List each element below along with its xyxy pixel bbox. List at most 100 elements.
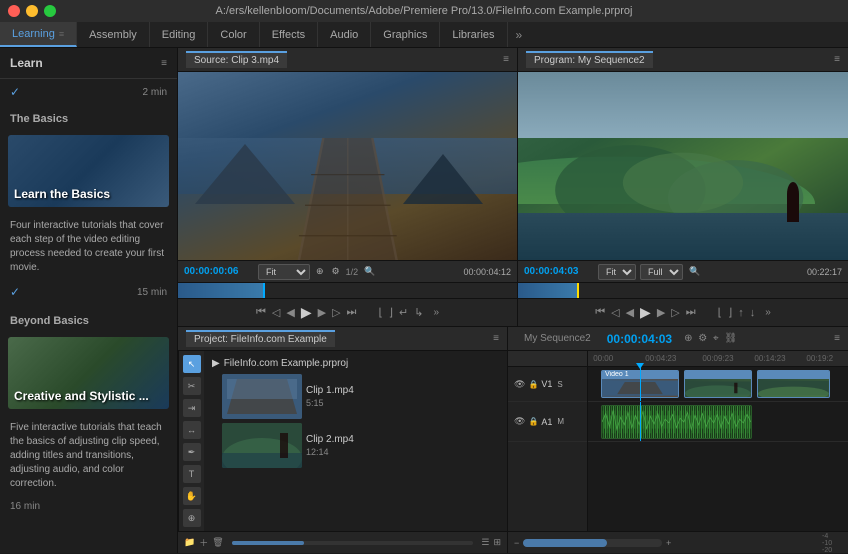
program-step-forward-icon[interactable]: ⏭	[686, 306, 696, 319]
source-insert-icon[interactable]: ↵	[399, 306, 408, 319]
timeline-zoom-bar[interactable]	[523, 539, 662, 547]
v1-clip-2[interactable]	[684, 370, 752, 398]
source-menu-icon[interactable]: ≡	[503, 54, 509, 65]
project-menu-icon[interactable]: ≡	[493, 333, 499, 344]
track-labels: 👁 🔒 V1 S 👁 🔒 A1 M	[508, 351, 588, 531]
slip-tool[interactable]: ↔	[183, 421, 201, 439]
source-mark-out-icon[interactable]: ⌋	[389, 306, 393, 319]
source-forward-icon[interactable]: ▶	[318, 306, 326, 319]
source-add-in-icon[interactable]: ⊕	[314, 265, 326, 278]
project-clip-2[interactable]: Clip 2.mp4 12:14	[208, 421, 503, 470]
source-panel-header: Source: Clip 3.mp4 ≡	[178, 48, 517, 72]
clip1-thumb-svg	[222, 374, 302, 419]
timeline-snap-icon[interactable]: ⌖	[713, 333, 719, 344]
program-step-back-icon[interactable]: ⏮	[595, 306, 605, 319]
track-v1-lock-icon[interactable]: 🔒	[528, 380, 538, 389]
text-tool[interactable]: T	[183, 465, 201, 483]
program-scrubber[interactable]	[518, 282, 848, 298]
timeline-zoom-out-icon[interactable]: −	[514, 538, 519, 548]
source-play-button[interactable]: ▶	[301, 304, 312, 321]
tab-graphics[interactable]: Graphics	[371, 22, 440, 47]
timeline-link-icon[interactable]: ⛓	[724, 333, 737, 344]
tutorial-card-creative[interactable]: Creative and Stylistic ...	[8, 337, 169, 409]
program-zoom-icon[interactable]: 🔍	[687, 265, 702, 278]
program-hills-svg	[518, 100, 848, 213]
track-label-a1: 👁 🔒 A1 M	[508, 402, 587, 442]
ripple-tool[interactable]: ⇥	[183, 399, 201, 417]
timeline-add-track-icon[interactable]: ⊕	[684, 333, 692, 344]
maximize-button[interactable]	[44, 5, 56, 17]
cursor-tool[interactable]: ↖	[183, 355, 201, 373]
project-clip-1[interactable]: Clip 1.mp4 5:15	[208, 372, 503, 421]
clear-icon[interactable]: 🗑	[212, 537, 223, 548]
source-scrubber-fill	[178, 283, 263, 298]
hand-tool[interactable]: ✋	[183, 487, 201, 505]
close-button[interactable]	[8, 5, 20, 17]
v1-track[interactable]: Video 1	[588, 367, 848, 402]
source-fit-select[interactable]: Fit 25% 50% 100%	[258, 264, 310, 280]
program-back-icon[interactable]: ◀	[626, 306, 634, 319]
program-forward-icon[interactable]: ▶	[657, 306, 665, 319]
source-step-back-icon[interactable]: ⏮	[256, 306, 266, 319]
source-more-icon[interactable]: »	[433, 307, 439, 318]
source-mark-in-icon[interactable]: ⌊	[378, 306, 382, 319]
program-extract-icon[interactable]: ↓	[750, 307, 756, 319]
timeline-settings-icon[interactable]: ⚙	[698, 333, 707, 344]
tab-color[interactable]: Color	[208, 22, 259, 47]
track-v1-eye-icon[interactable]: 👁	[514, 379, 525, 390]
source-back-icon[interactable]: ◀	[286, 306, 294, 319]
tab-effects[interactable]: Effects	[260, 22, 318, 47]
tab-editing[interactable]: Editing	[150, 22, 209, 47]
tab-libraries[interactable]: Libraries	[440, 22, 507, 47]
track-v1-sync-icon[interactable]: S	[557, 380, 562, 389]
tab-assembly[interactable]: Assembly	[77, 22, 150, 47]
list-view-icon[interactable]: ☰	[481, 537, 489, 548]
tab-more[interactable]: »	[508, 28, 531, 42]
pen-tool[interactable]: ✒	[183, 443, 201, 461]
track-a1-lock-icon[interactable]: 🔒	[528, 417, 538, 426]
tutorial-card-basics[interactable]: Learn the Basics	[8, 135, 169, 207]
program-menu-icon[interactable]: ≡	[834, 54, 840, 65]
tab-audio[interactable]: Audio	[318, 22, 371, 47]
v1-clip-3[interactable]	[757, 370, 830, 398]
program-mark-in-icon[interactable]: ⌊	[718, 306, 722, 319]
program-duration: 00:22:17	[807, 267, 842, 277]
source-settings-icon[interactable]: ⚙	[330, 265, 342, 278]
program-lift-icon[interactable]: ↑	[738, 307, 744, 319]
source-frame-forward-icon[interactable]: ▷	[332, 306, 340, 319]
new-item-icon[interactable]: ＋	[199, 536, 208, 549]
source-frame-back-icon[interactable]: ◁	[272, 306, 280, 319]
tab-learning[interactable]: Learning ≡	[0, 22, 77, 47]
program-mark-out-icon[interactable]: ⌋	[728, 306, 732, 319]
program-more-icon[interactable]: »	[765, 307, 771, 318]
program-frame-back-icon[interactable]: ◁	[611, 306, 619, 319]
clip1-duration: 5:15	[306, 398, 354, 408]
program-play-button[interactable]: ▶	[640, 304, 651, 321]
program-fit-select[interactable]: Fit	[598, 264, 636, 280]
timeline-zoom-in-icon[interactable]: +	[666, 538, 671, 548]
a1-clip-1[interactable]	[601, 405, 752, 439]
a1-track[interactable]	[588, 402, 848, 442]
grid-view-icon[interactable]: ⊞	[493, 537, 501, 548]
timeline-menu-icon[interactable]: ≡	[834, 333, 840, 344]
tutorial-desc-creative: Five interactive tutorials that teach th…	[0, 415, 177, 497]
source-overwrite-icon[interactable]: ↳	[414, 306, 423, 319]
source-step-forward-icon[interactable]: ⏭	[347, 306, 357, 319]
minimize-button[interactable]	[26, 5, 38, 17]
program-quality-select[interactable]: Full	[640, 264, 683, 280]
zoom-tool[interactable]: ⊕	[183, 509, 201, 527]
source-scrubber[interactable]	[178, 282, 517, 298]
sidebar-menu-icon[interactable]: ≡	[161, 58, 167, 69]
program-controls-row: ⏮ ◁ ◀ ▶ ▶ ▷ ⏭ ⌊ ⌋ ↑ ↓ »	[518, 298, 848, 326]
ruler-spacer	[508, 351, 587, 367]
razor-tool[interactable]: ✂	[183, 377, 201, 395]
program-frame-forward-icon[interactable]: ▷	[671, 306, 679, 319]
track-a1-eye-icon[interactable]: 👁	[514, 416, 525, 427]
new-bin-icon[interactable]: 📁	[184, 537, 195, 548]
source-timecode: 00:00:00:06	[184, 266, 254, 277]
source-zoom-icon[interactable]: 🔍	[362, 265, 377, 278]
timeline-ruler[interactable]: 00:00 00:04:23 00:09:23 00:14:23 00:19:2	[588, 351, 848, 367]
track-a1-mute-icon[interactable]: M	[557, 417, 564, 426]
ruler-mark-0: 00:00	[593, 354, 613, 363]
ruler-mark-4: 00:19:2	[806, 354, 833, 363]
